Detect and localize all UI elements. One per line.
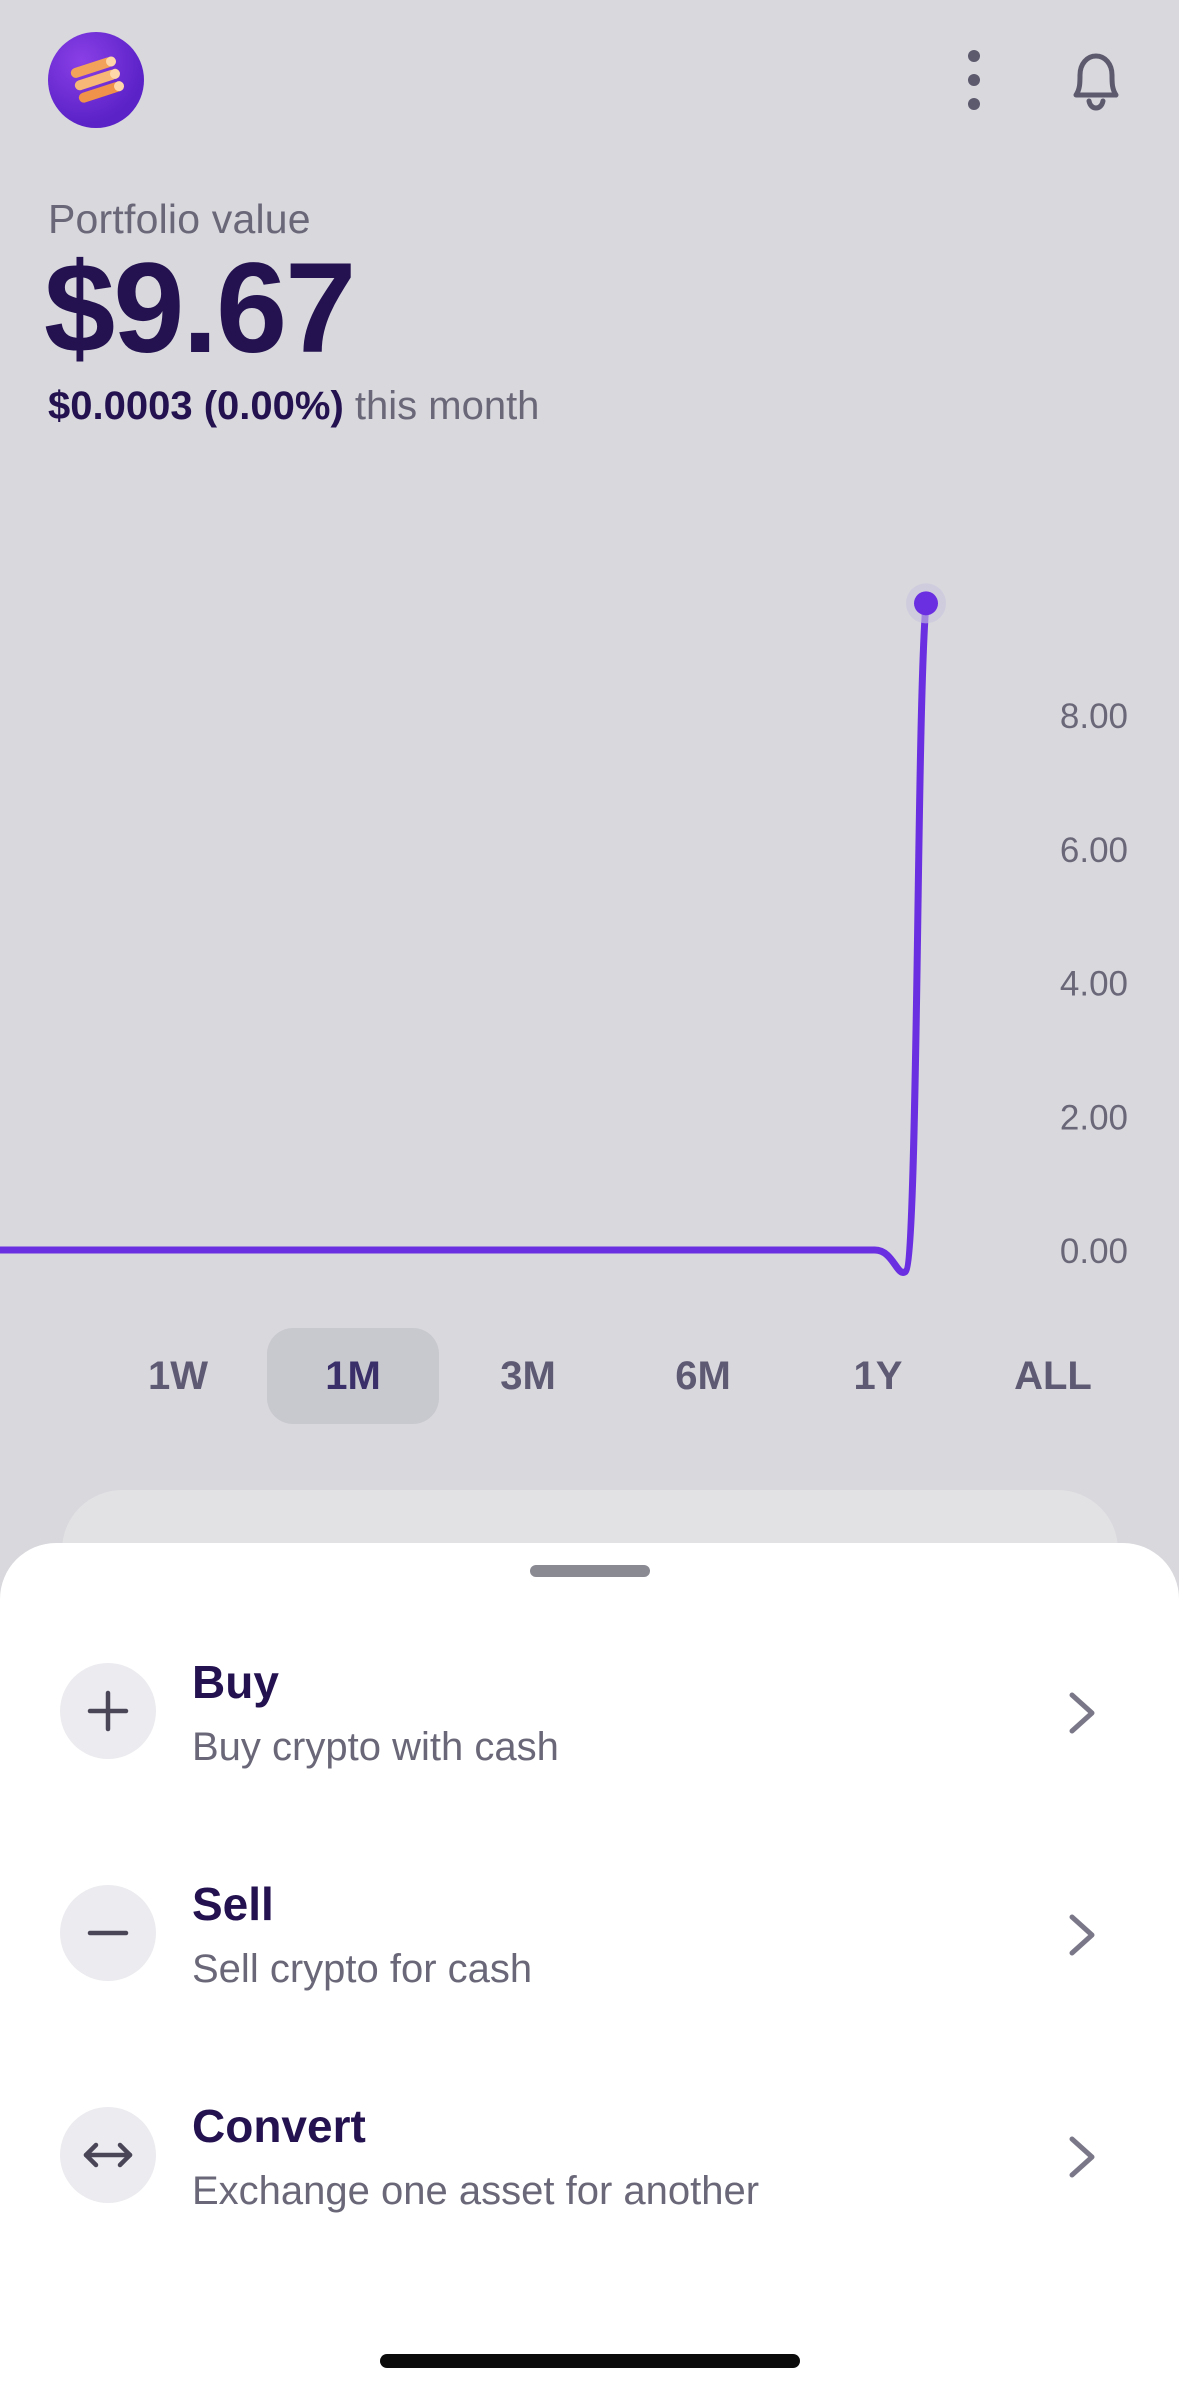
range-1m[interactable]: 1M	[267, 1328, 439, 1424]
y-tick-label: 6.00	[1060, 831, 1128, 870]
plus-icon	[60, 1663, 156, 1759]
notifications-button[interactable]	[1054, 36, 1138, 124]
change-period: this month	[354, 384, 540, 428]
current-point[interactable]	[914, 591, 938, 616]
buy-title: Buy	[192, 1656, 279, 1708]
y-tick-label: 2.00	[1060, 1098, 1128, 1137]
convert-title: Convert	[192, 2100, 366, 2152]
home-indicator[interactable]	[380, 2354, 800, 2368]
chevron-right-icon	[1069, 2136, 1095, 2178]
bell-icon	[1073, 53, 1119, 111]
more-options-button[interactable]	[944, 36, 1004, 124]
sell-title: Sell	[192, 1878, 274, 1930]
change-row: $0.0003 (0.00%) this month	[48, 384, 539, 429]
buy-action[interactable]: Buy Buy crypto with cash	[0, 1613, 1179, 1813]
sell-subtitle: Sell crypto for cash	[192, 1947, 533, 1991]
action-sheet: Buy Buy crypto with cash Sell Sell crypt…	[0, 1543, 1179, 2396]
chevron-right-icon	[1069, 1692, 1095, 1734]
screen: Portfolio value $9.67 $0.0003 (0.00%) th…	[0, 0, 1179, 2396]
vertical-dots-icon	[968, 50, 980, 110]
series-line	[0, 599, 930, 1276]
range-1y[interactable]: 1Y	[792, 1328, 964, 1424]
change-amount: $0.0003 (0.00%)	[48, 384, 344, 428]
convert-subtitle: Exchange one asset for another	[192, 2169, 760, 2213]
y-tick-label: 4.00	[1060, 965, 1128, 1004]
range-3m[interactable]: 3M	[442, 1328, 614, 1424]
y-tick-label: 0.00	[1060, 1232, 1128, 1271]
range-1w[interactable]: 1W	[92, 1328, 264, 1424]
minus-icon	[60, 1885, 156, 1981]
swap-arrows-icon	[60, 2107, 156, 2203]
portfolio-label: Portfolio value	[48, 196, 311, 242]
portfolio-chart[interactable]: 8.00 6.00 4.00 2.00 0.00	[0, 560, 1179, 1300]
y-tick-label: 8.00	[1060, 697, 1128, 736]
sheet-grabber[interactable]	[530, 1565, 650, 1577]
range-all[interactable]: ALL	[967, 1328, 1139, 1424]
buy-subtitle: Buy crypto with cash	[192, 1725, 559, 1769]
range-6m[interactable]: 6M	[617, 1328, 789, 1424]
sell-action[interactable]: Sell Sell crypto for cash	[0, 1835, 1179, 2035]
chevron-right-icon	[1069, 1914, 1095, 1956]
coin-stack-icon[interactable]	[48, 32, 144, 128]
convert-action[interactable]: Convert Exchange one asset for another	[0, 2057, 1179, 2257]
portfolio-value: $9.67	[44, 237, 356, 380]
time-range-selector: 1W 1M 3M 6M 1Y ALL	[92, 1328, 1092, 1424]
